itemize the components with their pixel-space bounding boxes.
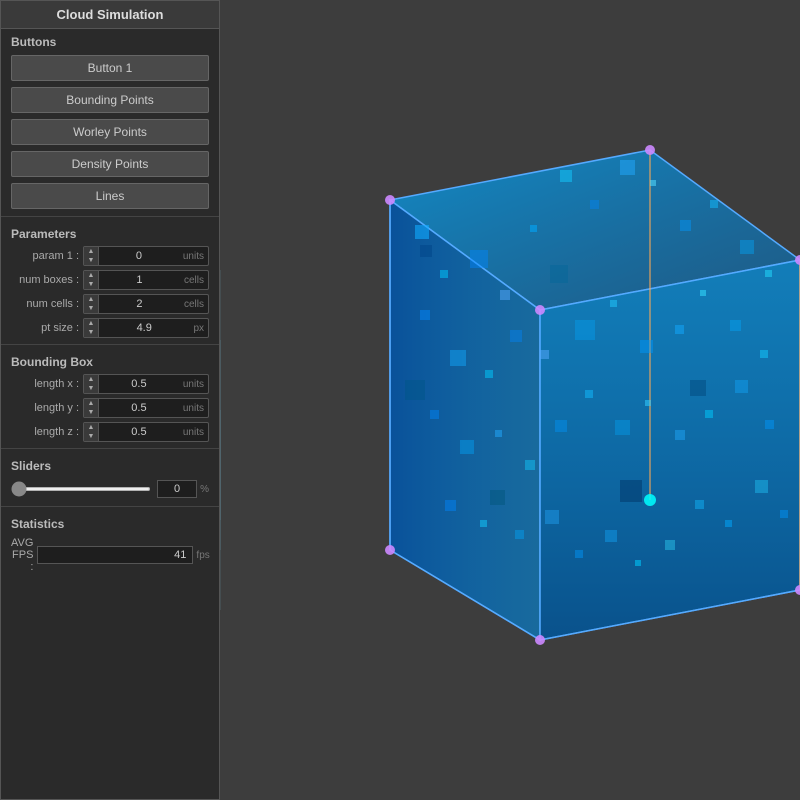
numcells-label: num cells :	[11, 298, 83, 310]
param1-unit: units	[179, 251, 208, 262]
lengthx-spin: ▲ ▼	[84, 375, 99, 393]
lengthz-value[interactable]	[99, 426, 179, 438]
lengthz-unit: units	[179, 427, 208, 438]
ptsize-row: pt size : ▲ ▼ px	[1, 316, 219, 340]
avgfps-unit: fps	[196, 550, 209, 561]
param1-value[interactable]	[99, 250, 179, 262]
density-points-btn[interactable]: Density Points	[11, 151, 209, 177]
button1-btn[interactable]: Button 1	[11, 55, 209, 81]
lengthz-label: length z :	[11, 426, 83, 438]
lengthz-up[interactable]: ▲	[84, 423, 98, 432]
lengthx-label: length x :	[11, 378, 83, 390]
boundingbox-section-label: Bounding Box	[1, 349, 219, 372]
numcells-down[interactable]: ▼	[84, 304, 98, 313]
viewport	[220, 0, 800, 800]
numcells-up[interactable]: ▲	[84, 295, 98, 304]
avgfps-value	[37, 546, 193, 564]
param1-spin: ▲ ▼	[84, 247, 99, 265]
slider-value[interactable]	[157, 480, 197, 498]
lengthy-row: length y : ▲ ▼ units	[1, 396, 219, 420]
numboxes-row: num boxes : ▲ ▼ cells	[1, 268, 219, 292]
lengthz-spin: ▲ ▼	[84, 423, 99, 441]
bounding-points-row: Bounding Points	[1, 84, 219, 116]
lengthy-up[interactable]: ▲	[84, 399, 98, 408]
lengthx-row: length x : ▲ ▼ units	[1, 372, 219, 396]
lengthz-down[interactable]: ▼	[84, 432, 98, 441]
slider-unit: %	[200, 484, 209, 495]
worley-points-row: Worley Points	[1, 116, 219, 148]
lengthx-value[interactable]	[99, 378, 179, 390]
avgfps-row: AVG FPS : fps	[1, 534, 219, 576]
ptsize-up[interactable]: ▲	[84, 319, 98, 328]
ptsize-down[interactable]: ▼	[84, 328, 98, 337]
ptsize-spin: ▲ ▼	[84, 319, 99, 337]
lines-btn[interactable]: Lines	[11, 183, 209, 209]
param1-input-wrap: ▲ ▼ units	[83, 246, 209, 266]
sliders-section-label: Sliders	[1, 453, 219, 476]
cloud-visualization	[220, 0, 800, 800]
lengthy-input-wrap: ▲ ▼ units	[83, 398, 209, 418]
numboxes-input-wrap: ▲ ▼ cells	[83, 270, 209, 290]
worley-points-btn[interactable]: Worley Points	[11, 119, 209, 145]
numboxes-up[interactable]: ▲	[84, 271, 98, 280]
numboxes-down[interactable]: ▼	[84, 280, 98, 289]
numboxes-label: num boxes :	[11, 274, 83, 286]
statistics-section-label: Statistics	[1, 511, 219, 534]
numcells-value[interactable]	[99, 298, 180, 310]
ptsize-input-wrap: ▲ ▼ px	[83, 318, 209, 338]
canvas-area	[220, 0, 800, 800]
buttons-section-label: Buttons	[1, 29, 219, 52]
lengthx-unit: units	[179, 379, 208, 390]
numcells-unit: cells	[180, 299, 208, 310]
sidebar: Cloud Simulation Buttons Button 1 Boundi…	[0, 0, 220, 800]
numcells-input-wrap: ▲ ▼ cells	[83, 294, 209, 314]
slider-input[interactable]	[11, 487, 151, 491]
numcells-spin: ▲ ▼	[84, 295, 99, 313]
param1-label: param 1 :	[11, 250, 83, 262]
param1-row: param 1 : ▲ ▼ units	[1, 244, 219, 268]
bounding-points-btn[interactable]: Bounding Points	[11, 87, 209, 113]
lengthy-unit: units	[179, 403, 208, 414]
lengthz-row: length z : ▲ ▼ units	[1, 420, 219, 444]
parameters-section-label: Parameters	[1, 221, 219, 244]
numboxes-value[interactable]	[99, 274, 180, 286]
lengthy-down[interactable]: ▼	[84, 408, 98, 417]
avgfps-label: AVG FPS :	[11, 537, 37, 573]
density-points-row: Density Points	[1, 148, 219, 180]
lengthx-input-wrap: ▲ ▼ units	[83, 374, 209, 394]
lengthx-down[interactable]: ▼	[84, 384, 98, 393]
numcells-row: num cells : ▲ ▼ cells	[1, 292, 219, 316]
lengthy-spin: ▲ ▼	[84, 399, 99, 417]
lengthz-input-wrap: ▲ ▼ units	[83, 422, 209, 442]
numboxes-unit: cells	[180, 275, 208, 286]
lengthx-up[interactable]: ▲	[84, 375, 98, 384]
ptsize-value[interactable]	[99, 322, 189, 334]
param1-down[interactable]: ▼	[84, 256, 98, 265]
slider-row: %	[1, 476, 219, 502]
param1-up[interactable]: ▲	[84, 247, 98, 256]
sidebar-title: Cloud Simulation	[1, 1, 219, 29]
ptsize-label: pt size :	[11, 322, 83, 334]
ptsize-unit: px	[189, 323, 208, 334]
lengthy-label: length y :	[11, 402, 83, 414]
lengthy-value[interactable]	[99, 402, 179, 414]
lines-row: Lines	[1, 180, 219, 212]
button1-row: Button 1	[1, 52, 219, 84]
numboxes-spin: ▲ ▼	[84, 271, 99, 289]
